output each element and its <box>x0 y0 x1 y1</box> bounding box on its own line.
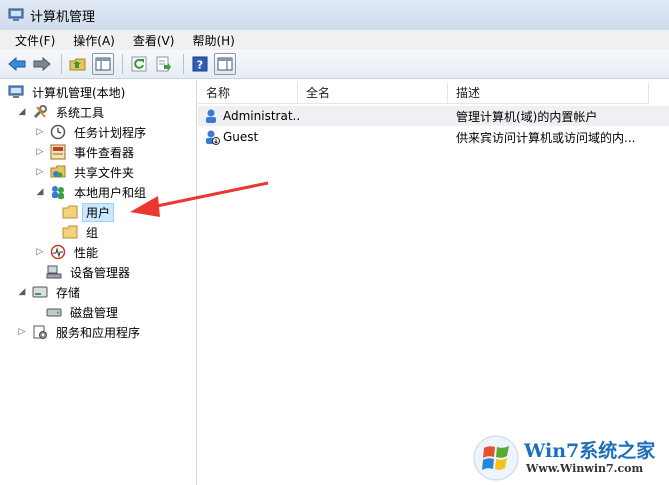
show-hide-tree-button[interactable] <box>92 53 114 75</box>
console-tree-icon <box>95 57 111 71</box>
console-tree: 计算机管理(本地) ◢ 系统工具 ▷ 任务计划程序 ▷ 事件查看器 ▷ 共享文件… <box>0 80 197 485</box>
menu-help[interactable]: 帮助(H) <box>183 32 243 49</box>
tree-item-shared-folders[interactable]: ▷ 共享文件夹 <box>34 162 138 182</box>
tree-label: 存储 <box>56 285 81 300</box>
watermark: Win7系统之家 Www.Winwin7.com <box>470 432 669 485</box>
collapsed-triangle-icon[interactable]: ▷ <box>34 166 46 178</box>
arrow-right-icon <box>33 57 51 71</box>
name-cell: Guest <box>204 127 300 147</box>
tree-label: 共享文件夹 <box>74 165 135 180</box>
tree-label: 设备管理器 <box>70 265 131 280</box>
column-header-description[interactable]: 描述 <box>448 82 649 104</box>
computer-management-icon <box>8 84 24 100</box>
toolbar-separator <box>61 54 62 74</box>
tree-item-task-scheduler[interactable]: ▷ 任务计划程序 <box>34 122 150 142</box>
tree-item-disk-management[interactable]: 磁盘管理 <box>46 302 122 322</box>
tree-label: 性能 <box>74 245 99 260</box>
help-icon: ? <box>192 56 208 72</box>
tree-item-storage[interactable]: ◢ 存储 <box>16 282 84 302</box>
window-title: 计算机管理 <box>30 9 96 25</box>
user-icon <box>206 109 216 123</box>
tree-label: 计算机管理(本地) <box>32 85 126 100</box>
collapsed-triangle-icon[interactable]: ▷ <box>34 246 46 258</box>
tree-item-root[interactable]: 计算机管理(本地) <box>8 82 129 102</box>
description-cell: 供来宾访问计算机或访问域的内... <box>456 130 636 145</box>
clock-icon <box>50 124 66 140</box>
device-manager-icon <box>46 264 62 280</box>
user-list-view: 名称 全名 描述 Administrat... 管理计算机(域)的内置帐户 Gu… <box>198 80 669 485</box>
toolbar-separator <box>183 54 184 74</box>
tools-icon <box>32 104 48 120</box>
tree-label: 事件查看器 <box>74 145 135 160</box>
performance-icon <box>50 244 66 260</box>
up-level-button[interactable] <box>67 53 89 75</box>
user-name: Administrat... <box>223 109 300 123</box>
watermark-url: Www.Winwin7.com <box>526 462 644 475</box>
tree-label: 服务和应用程序 <box>56 325 141 340</box>
list-item[interactable]: Administrat... 管理计算机(域)的内置帐户 <box>198 106 669 126</box>
disk-icon <box>46 304 62 320</box>
fullname-cell <box>304 127 444 147</box>
tree-label: 本地用户和组 <box>74 185 147 200</box>
back-button[interactable] <box>6 53 28 75</box>
refresh-icon <box>131 56 147 72</box>
tree-item-services-apps[interactable]: ▷ 服务和应用程序 <box>16 322 144 342</box>
expanded-triangle-icon[interactable]: ◢ <box>16 106 28 118</box>
folder-icon <box>62 204 78 220</box>
help-button[interactable]: ? <box>189 53 211 75</box>
tree-item-users[interactable]: 用户 <box>62 202 115 222</box>
export-list-button[interactable] <box>153 53 175 75</box>
description-cell: 管理计算机(域)的内置帐户 <box>456 109 598 124</box>
tree-item-performance[interactable]: ▷ 性能 <box>34 242 102 262</box>
computer-management-icon <box>8 8 24 21</box>
arrow-left-icon <box>8 57 26 71</box>
menu-action[interactable]: 操作(A) <box>64 32 124 49</box>
users-group-icon <box>50 184 66 200</box>
menu-bar: 文件(F) 操作(A) 查看(V) 帮助(H) <box>0 30 669 50</box>
menu-file[interactable]: 文件(F) <box>6 32 64 49</box>
name-cell: Administrat... <box>204 106 300 126</box>
action-pane-icon <box>217 57 233 71</box>
collapsed-triangle-icon[interactable]: ▷ <box>16 326 28 338</box>
tree-item-system-tools[interactable]: ◢ 系统工具 <box>16 102 108 122</box>
services-icon <box>32 324 48 340</box>
toolbar: ? <box>0 50 669 79</box>
tree-item-local-users-groups[interactable]: ◢ 本地用户和组 <box>34 182 150 202</box>
export-icon <box>156 56 171 72</box>
tree-label: 任务计划程序 <box>74 125 147 140</box>
toolbar-separator <box>122 54 123 74</box>
user-name: Guest <box>223 130 259 144</box>
tree-label: 磁盘管理 <box>70 305 119 320</box>
expanded-triangle-icon[interactable]: ◢ <box>16 286 28 298</box>
tree-item-device-manager[interactable]: 设备管理器 <box>46 262 134 282</box>
windows-logo-icon <box>473 435 519 481</box>
tree-label: 用户 <box>82 202 115 222</box>
tree-item-groups[interactable]: 组 <box>62 222 102 242</box>
menu-view[interactable]: 查看(V) <box>124 32 184 49</box>
refresh-button[interactable] <box>128 53 150 75</box>
fullname-cell <box>304 106 444 126</box>
folder-icon <box>62 224 78 240</box>
expanded-triangle-icon[interactable]: ◢ <box>34 186 46 198</box>
storage-icon <box>32 284 48 300</box>
collapsed-triangle-icon[interactable]: ▷ <box>34 126 46 138</box>
disabled-user-icon <box>206 130 220 145</box>
watermark-title: Win7系统之家 <box>524 440 656 462</box>
event-viewer-icon <box>50 144 66 160</box>
list-item[interactable]: Guest 供来宾访问计算机或访问域的内... <box>198 127 669 147</box>
svg-text:?: ? <box>197 59 203 72</box>
folder-up-icon <box>69 58 86 71</box>
tree-label: 系统工具 <box>56 105 105 120</box>
tree-label: 组 <box>86 225 99 240</box>
collapsed-triangle-icon[interactable]: ▷ <box>34 146 46 158</box>
show-hide-action-pane-button[interactable] <box>214 53 236 75</box>
shared-folder-icon <box>50 164 66 180</box>
title-bar: 计算机管理 <box>0 0 669 30</box>
tree-item-event-viewer[interactable]: ▷ 事件查看器 <box>34 142 138 162</box>
column-header-name[interactable]: 名称 <box>198 82 298 104</box>
forward-button[interactable] <box>31 53 53 75</box>
column-header-fullname[interactable]: 全名 <box>298 82 448 104</box>
